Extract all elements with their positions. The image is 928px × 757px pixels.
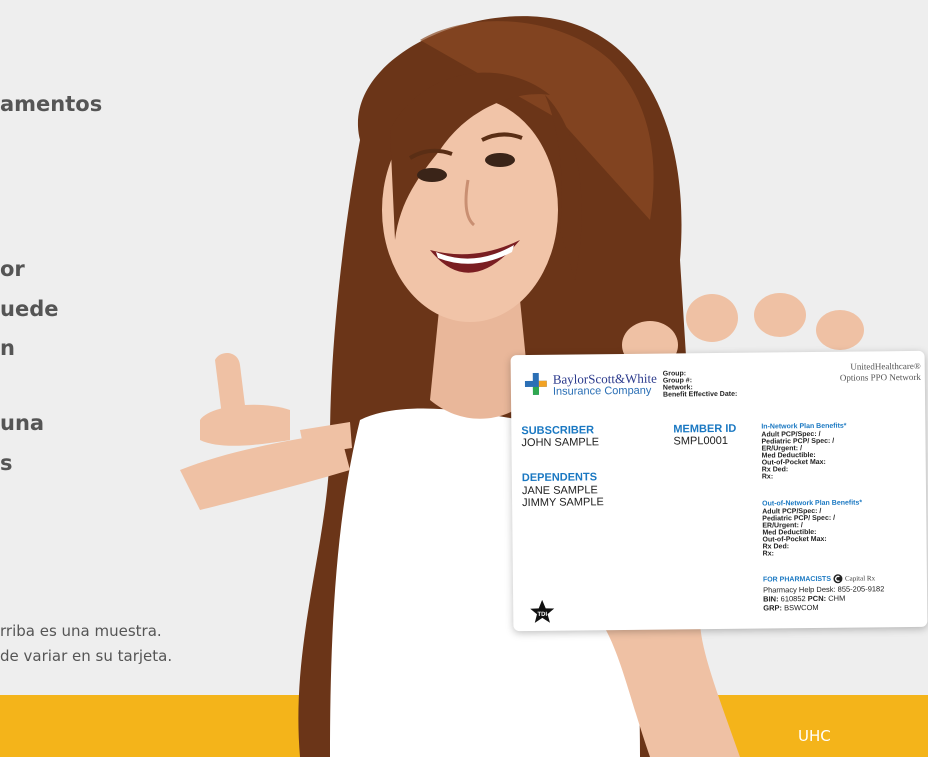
heading-line-4: n <box>0 336 15 360</box>
tdi-text: TDI <box>537 612 547 618</box>
tdi-star-icon: TDI <box>530 599 555 623</box>
cross-logo-icon <box>524 372 547 395</box>
pcn-label: PCN: <box>807 593 827 604</box>
heading-line-1: amentos <box>0 92 103 116</box>
member-id-value: SMPL0001 <box>673 434 728 448</box>
fineprint-line-1: rriba es una muestra. <box>0 622 162 640</box>
pcn-value: CHM <box>828 593 846 603</box>
grp-label: GRP: <box>763 603 783 613</box>
pharmacists-label: FOR PHARMACISTS <box>762 575 832 584</box>
in-network-title: In-Network Plan Benefits* <box>761 422 847 431</box>
subscriber-label: SUBSCRIBER <box>521 424 595 438</box>
grp-value: BSWCOM <box>784 602 819 613</box>
uhc-brand: UnitedHealthcare® Options PPO Network <box>840 361 921 384</box>
heading-line-2: or <box>0 257 25 281</box>
uhc-brand-line-1: UnitedHealthcare® <box>850 360 921 372</box>
in-network-row: Rx: <box>761 473 774 481</box>
footer-bar <box>0 695 928 757</box>
footer-tag: UHC <box>798 727 831 745</box>
heading-line-3: uede <box>0 297 59 321</box>
capital-rx-logo-icon <box>833 574 843 584</box>
dependent-1: JANE SAMPLE <box>521 484 598 498</box>
out-network-row: Rx: <box>762 550 774 558</box>
dependent-2: JIMMY SAMPLE <box>522 496 604 510</box>
bin-pcn-line: BIN: 610852 PCN: CHM <box>763 594 845 604</box>
subscriber-value: JOHN SAMPLE <box>521 436 600 450</box>
member-id-label: MEMBER ID <box>673 422 737 436</box>
insurance-card: BaylorScott&White Insurance Company Grou… <box>510 350 928 632</box>
heading-line-6: s <box>0 451 13 475</box>
company-subtitle: Insurance Company <box>552 384 652 398</box>
bin-label: BIN: <box>763 594 779 604</box>
grp-line: GRP: BSWCOM <box>763 603 819 613</box>
fineprint-line-2: de variar en su tarjeta. <box>0 647 173 665</box>
marketing-copy: amentos or uede n una s rriba es una mue… <box>0 0 380 700</box>
uhc-brand-line-2: Options PPO Network <box>839 371 921 383</box>
out-network-title: Out-of-Network Plan Benefits* <box>762 499 863 508</box>
dependents-label: DEPENDENTS <box>521 471 598 485</box>
meta-effective-date: Benefit Effective Date: <box>662 390 738 399</box>
bin-value: 610852 <box>780 594 806 604</box>
capital-rx-name: Capital Rx <box>844 574 876 583</box>
heading-line-5: una <box>0 411 45 435</box>
